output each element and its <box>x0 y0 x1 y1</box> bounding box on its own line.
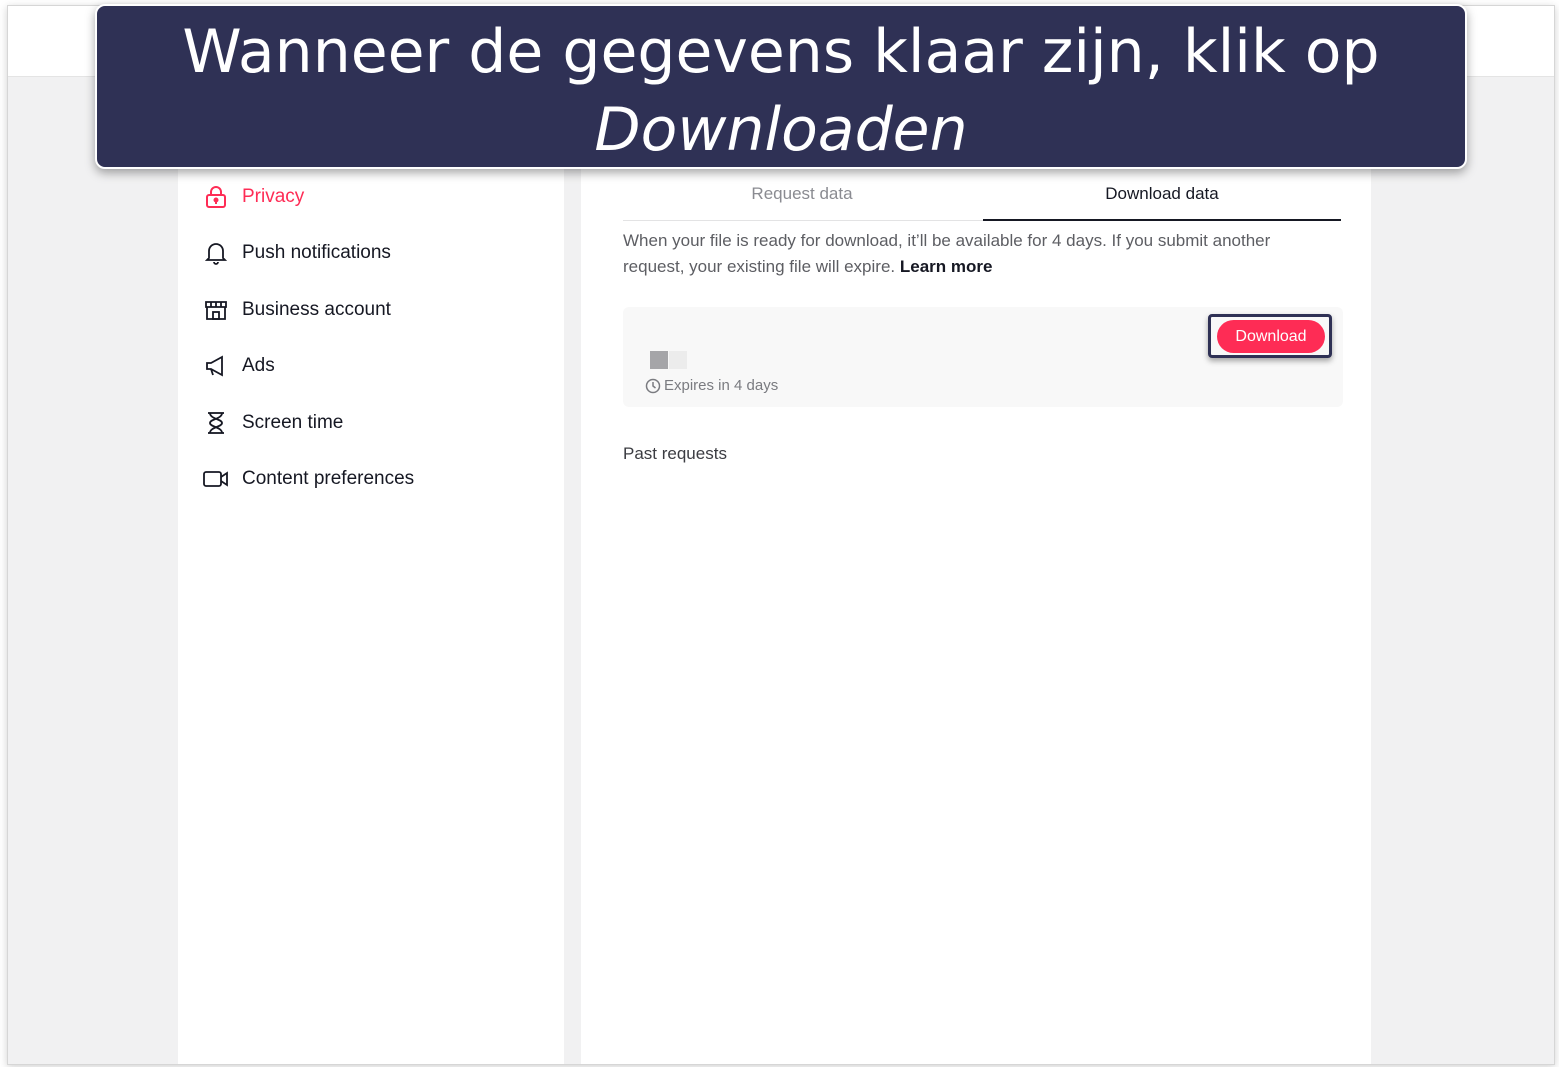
tab-request-data[interactable]: Request data <box>623 178 981 220</box>
video-icon <box>203 466 229 492</box>
banner-line-1: Wanneer de gegevens klaar zijn, klik op <box>182 17 1380 87</box>
expiry-text: Expires in 4 days <box>664 377 779 394</box>
tab-bar: Request data Download data <box>623 178 1341 221</box>
settings-sidebar: Privacy Push notifications Business acco… <box>178 76 564 1064</box>
tab-download-data[interactable]: Download data <box>983 178 1341 221</box>
sidebar-item-label: Ads <box>242 355 275 376</box>
sidebar-item-label: Business account <box>242 299 391 320</box>
hourglass-icon <box>203 410 229 436</box>
lock-icon <box>203 184 229 210</box>
learn-more-link[interactable]: Learn more <box>900 257 993 276</box>
sidebar-item-business-account[interactable]: Business account <box>203 290 543 330</box>
sidebar-item-label: Screen time <box>242 412 344 433</box>
main-panel: Request data Download data When your fil… <box>581 76 1371 1064</box>
instruction-banner: Wanneer de gegevens klaar zijn, klik op … <box>95 4 1467 169</box>
expiry-info: Expires in 4 days <box>645 377 778 394</box>
sidebar-item-screen-time[interactable]: Screen time <box>203 403 543 443</box>
sidebar-item-label: Content preferences <box>242 468 415 489</box>
bell-icon <box>203 240 229 266</box>
clock-icon <box>645 378 661 394</box>
file-card: Expires in 4 days Download <box>623 307 1343 407</box>
sidebar-item-content-preferences[interactable]: Content preferences <box>203 459 543 499</box>
download-description: When your file is ready for download, it… <box>623 228 1323 280</box>
sidebar-item-ads[interactable]: Ads <box>203 346 543 386</box>
banner-line-2: Downloaden <box>594 95 968 165</box>
sidebar-item-label: Privacy <box>242 186 305 207</box>
past-requests-heading: Past requests <box>623 444 727 463</box>
megaphone-icon <box>203 353 229 379</box>
sidebar-item-push-notifications[interactable]: Push notifications <box>203 233 543 273</box>
store-icon <box>203 297 229 323</box>
file-name-placeholder <box>669 351 687 369</box>
file-thumbnail <box>650 351 668 369</box>
sidebar-item-label: Push notifications <box>242 242 391 263</box>
sidebar-item-privacy[interactable]: Privacy <box>203 177 543 217</box>
download-button[interactable]: Download <box>1217 320 1325 353</box>
